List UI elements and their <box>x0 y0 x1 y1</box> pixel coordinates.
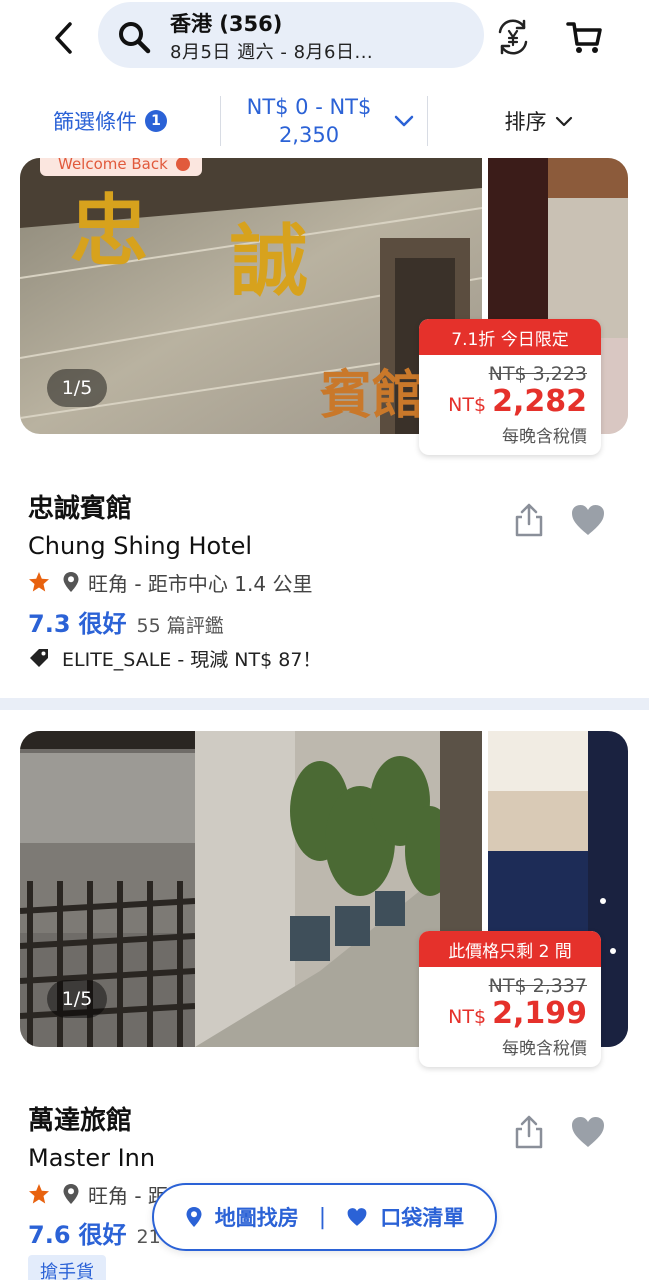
star-icon <box>29 1184 49 1204</box>
currency-label: NT$ <box>448 1006 487 1028</box>
chevron-down-icon <box>555 116 572 126</box>
search-icon <box>119 22 151 54</box>
card-separator <box>0 698 649 710</box>
currency-label: NT$ <box>448 394 487 416</box>
chevron-down-icon <box>394 115 414 127</box>
map-search-button[interactable]: 地圖找房 <box>185 1202 299 1232</box>
hot-deal-tag: 搶手貨 <box>28 1255 106 1280</box>
location-row: 旺角 - 距 <box>28 1180 168 1208</box>
price-note: 每晚含稅價 <box>502 427 587 447</box>
rating-word: 很好 <box>78 610 127 638</box>
price-range-line1: NT$ 0 - NT$ <box>246 95 372 119</box>
heart-icon[interactable] <box>570 1115 606 1149</box>
sort-label: 排序 <box>504 110 547 134</box>
wishlist-label: 口袋清單 <box>380 1206 465 1230</box>
filter-label: 篩選條件 <box>53 110 137 134</box>
location-pin-icon <box>63 572 79 592</box>
price-box: 7.1折 今日限定 NT$ 3,223 NT$ 2,282 每晚含稅價 <box>419 319 601 455</box>
tag-icon <box>30 649 48 667</box>
filter-button[interactable]: 篩選條件 1 <box>0 84 220 158</box>
heart-icon <box>347 1208 367 1226</box>
search-dates: 8月5日 週六 - 8月6日... <box>170 42 374 63</box>
current-price: NT$ 2,199 <box>419 997 601 1034</box>
location-row: 旺角 - 距市中心 1.4 公里 <box>28 568 312 596</box>
rating-score: 7.3 <box>28 610 71 638</box>
price-box: 此價格只剩 2 間 NT$ 2,337 NT$ 2,199 每晚含稅價 <box>419 931 601 1067</box>
photo-counter: 1/5 <box>47 369 107 407</box>
location-pin-icon <box>63 1184 79 1204</box>
rating-word: 很好 <box>78 1221 127 1249</box>
star-icon <box>29 572 49 592</box>
deal-ribbon: 7.1折 今日限定 <box>419 319 601 355</box>
svg-text:賓館: 賓館 <box>320 365 424 426</box>
heart-icon[interactable] <box>570 503 606 537</box>
price-range-button[interactable]: NT$ 0 - NT$ 2,350 <box>221 84 427 158</box>
original-price: NT$ 3,223 <box>488 363 587 385</box>
map-search-label: 地圖找房 <box>214 1206 299 1230</box>
location-text: 旺角 - 距市中心 1.4 公里 <box>88 571 313 596</box>
chevron-left-icon <box>55 22 72 54</box>
hotel-card[interactable]: 忠 誠 賓館 Welcome Back 1/5 7.1折 今日限定 NT$ 3,… <box>0 152 649 698</box>
sort-button[interactable]: 排序 <box>428 84 649 158</box>
price-value: 2,282 <box>492 384 587 419</box>
rating-score: 7.6 <box>28 1221 71 1249</box>
currency-exchange-icon[interactable] <box>494 18 532 56</box>
rating-row[interactable]: 7.6 很好 21 <box>28 1215 161 1249</box>
floating-action-bar: 地圖找房 | 口袋清單 <box>152 1183 497 1251</box>
info-icon <box>175 157 190 171</box>
svg-text:忠: 忠 <box>70 186 148 277</box>
price-note: 每晚含稅價 <box>502 1039 587 1059</box>
current-price: NT$ 2,282 <box>419 385 601 422</box>
price-range-line2: 2,350 <box>278 123 340 147</box>
back-button[interactable] <box>44 18 84 58</box>
promo-row: ELITE_SALE - 現減 NT$ 87！ <box>28 643 321 673</box>
photo-counter: 1/5 <box>47 980 107 1018</box>
price-value: 2,199 <box>492 996 587 1031</box>
filter-count-badge: 1 <box>145 110 167 132</box>
review-count: 55 篇評鑑 <box>136 615 224 637</box>
deal-ribbon: 此價格只剩 2 間 <box>419 931 601 967</box>
hotel-name-english[interactable]: Chung Shing Hotel <box>28 532 252 560</box>
wishlist-button[interactable]: 口袋清單 <box>346 1202 464 1232</box>
original-price: NT$ 2,337 <box>488 975 587 997</box>
share-icon[interactable] <box>512 1114 546 1150</box>
search-destination: 香港 (356) <box>170 12 283 36</box>
filter-bar: 篩選條件 1 NT$ 0 - NT$ 2,350 排序 <box>0 84 649 158</box>
rating-row[interactable]: 7.3 很好 55 篇評鑑 <box>28 604 224 638</box>
hotel-name-chinese[interactable]: 萬達旅館 <box>28 1100 132 1137</box>
price-range-label: NT$ 0 - NT$ 2,350 <box>234 93 384 149</box>
hotel-name-english[interactable]: Master Inn <box>28 1144 155 1172</box>
cart-icon[interactable] <box>564 18 604 56</box>
promo-text: ELITE_SALE - 現減 NT$ 87！ <box>62 648 322 671</box>
search-summary-pill[interactable]: 香港 (356) 8月5日 週六 - 8月6日... <box>98 2 484 68</box>
hotel-name-chinese[interactable]: 忠誠賓館 <box>28 488 132 525</box>
divider: | <box>318 1204 327 1230</box>
top-header: 香港 (356) 8月5日 週六 - 8月6日... <box>0 0 649 84</box>
location-pin-icon <box>186 1207 202 1227</box>
share-icon[interactable] <box>512 502 546 538</box>
svg-text:誠: 誠 <box>230 216 308 307</box>
